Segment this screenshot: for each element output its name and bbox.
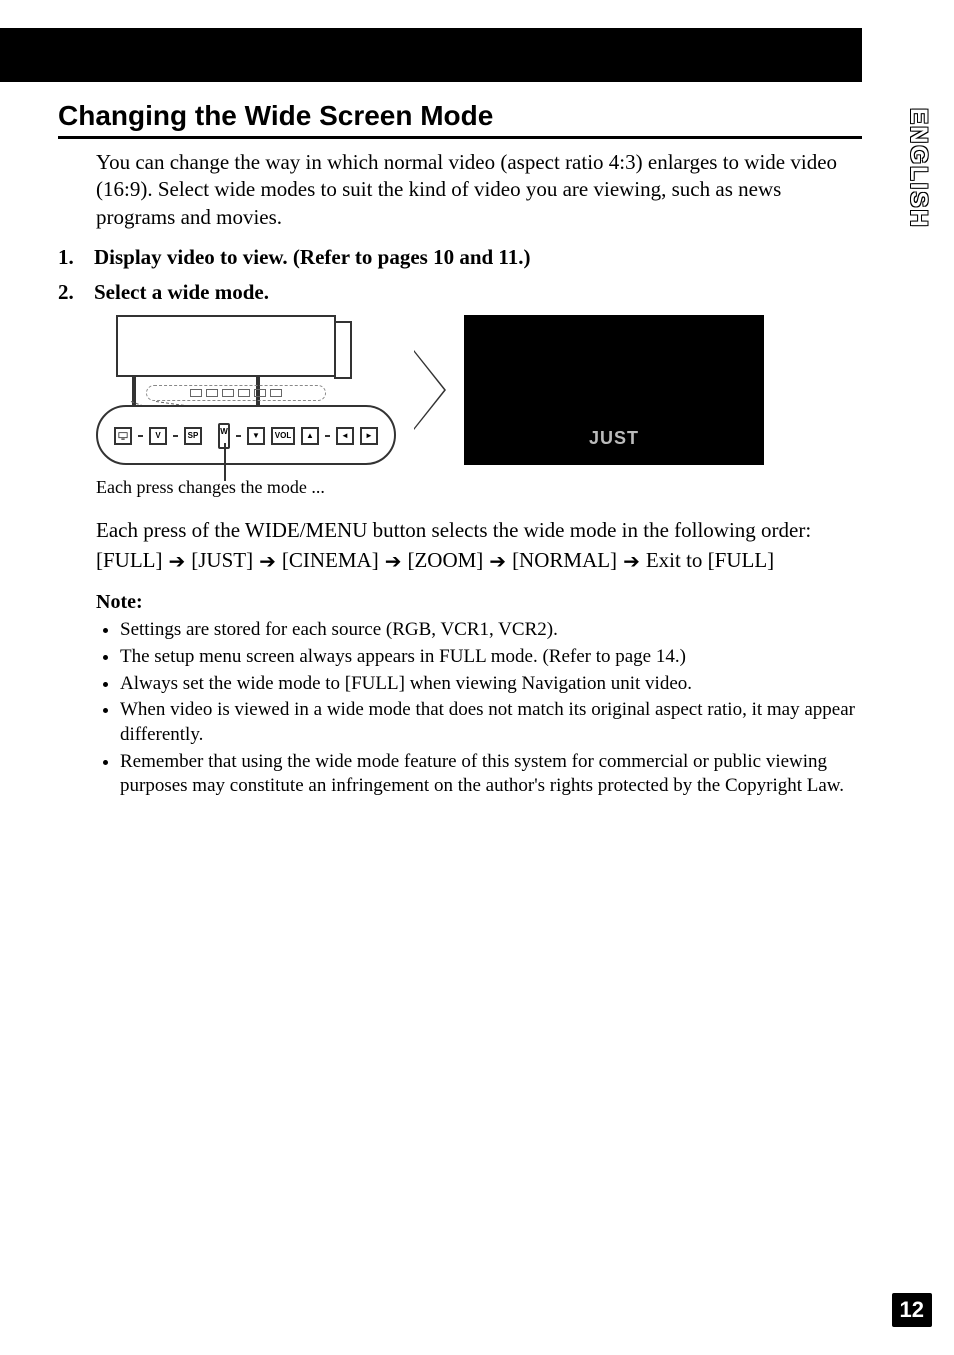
mode-zoom: [ZOOM] [407,548,483,573]
mode-order-sentence: Each press of the WIDE/MENU button selec… [96,516,862,544]
step-1-text: Display video to view. (Refer to pages 1… [94,245,531,270]
arrow-icon: ➔ [259,549,276,574]
notes-list: Settings are stored for each source (RGB… [120,618,862,799]
diagram-caption: Each press changes the mode ... [96,477,862,498]
mode-just: [JUST] [191,548,253,573]
device-button-strip [146,385,326,401]
sequence-arrow-icon [414,350,446,430]
mode-normal: [NORMAL] [512,548,617,573]
content-area: Changing the Wide Screen Mode You can ch… [58,100,862,801]
arrow-icon: ➔ [169,549,186,574]
device-body: V SP W ▼ VOL ▲ ◄ ► [96,405,396,465]
device-screen [116,315,336,377]
step-2: 2. Select a wide mode. [58,280,862,305]
device-key-row: V SP W ▼ VOL ▲ ◄ ► [114,421,378,451]
key-separator [173,435,178,437]
section-title: Changing the Wide Screen Mode [58,100,862,139]
mode-full: [FULL] [96,548,163,573]
note-item: The setup menu screen always appears in … [120,645,862,670]
note-item: Remember that using the wide mode featur… [120,750,862,799]
mode-order-sequence: [FULL] ➔ [JUST] ➔ [CINEMA] ➔ [ZOOM] ➔ [N… [96,548,862,573]
mode-exit: Exit to [FULL] [646,548,774,573]
page-number: 12 [892,1293,932,1327]
v-key: V [149,427,167,445]
sp-key: SP [184,427,202,445]
step-1: 1. Display video to view. (Refer to page… [58,245,862,270]
note-heading: Note: [96,591,862,614]
device-illustration: V SP W ▼ VOL ▲ ◄ ► [96,315,396,465]
key-separator [138,435,143,437]
language-tab: ENGLISH [904,108,932,229]
step-1-number: 1. [58,245,86,270]
note-item: Settings are stored for each source (RGB… [120,618,862,643]
disp-key-icon [114,427,132,445]
osd-mode-label: JUST [589,428,639,449]
mode-cinema: [CINEMA] [282,548,379,573]
key-separator [236,435,241,437]
step-2-number: 2. [58,280,86,305]
page-root: ENGLISH Changing the Wide Screen Mode Yo… [0,0,954,1355]
left-key: ◄ [336,427,354,445]
vol-up-key: ▲ [301,427,319,445]
arrow-icon: ➔ [489,549,506,574]
arrow-icon: ➔ [385,549,402,574]
step-2-text: Select a wide mode. [94,280,269,305]
diagram-row: V SP W ▼ VOL ▲ ◄ ► [96,315,862,465]
note-item: When video is viewed in a wide mode that… [120,698,862,747]
arrow-icon: ➔ [623,549,640,574]
vol-label-key: VOL [271,427,295,445]
intro-paragraph: You can change the way in which normal v… [96,149,862,231]
right-key: ► [360,427,378,445]
note-item: Always set the wide mode to [FULL] when … [120,672,862,697]
osd-preview: JUST [464,315,764,465]
wide-key-pointer-line [224,443,226,481]
vol-down-key: ▼ [247,427,265,445]
key-separator [325,435,330,437]
header-black-band [0,28,862,82]
